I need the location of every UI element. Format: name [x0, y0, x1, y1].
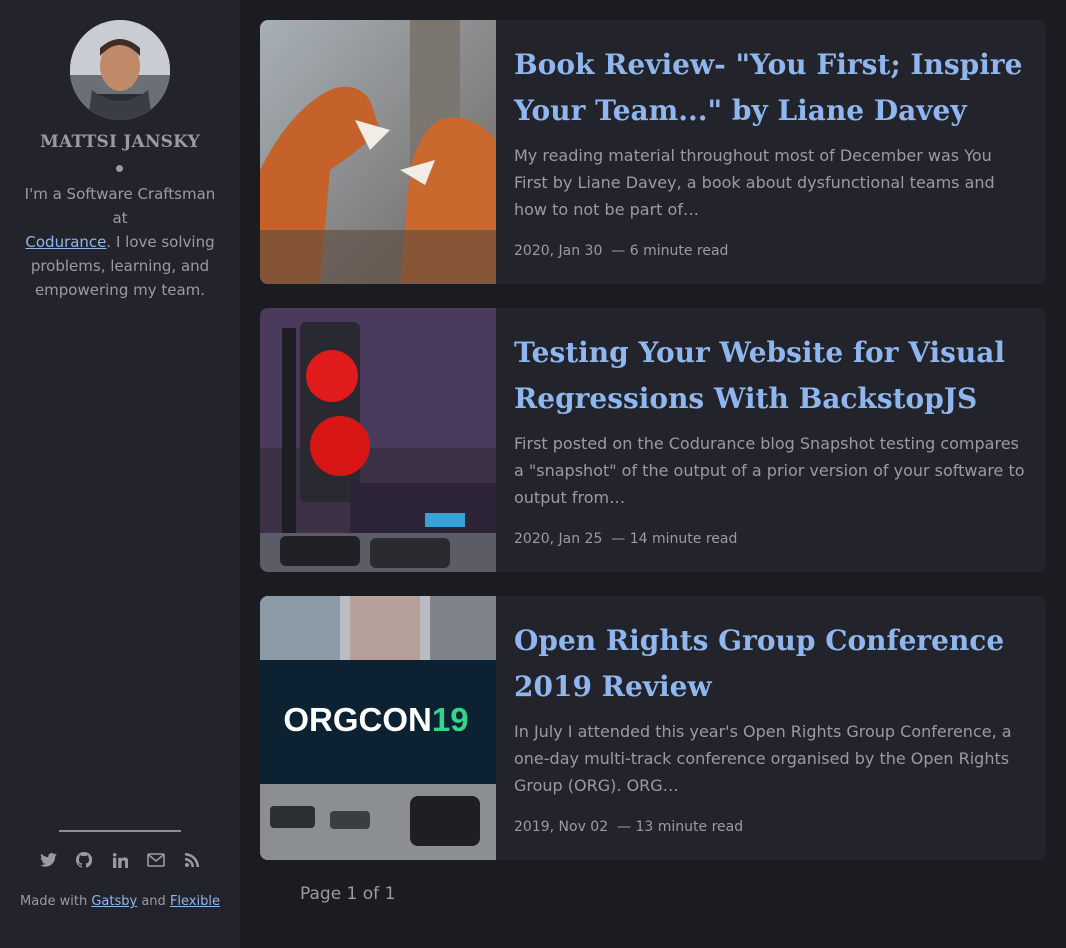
- post-date: 2019, Nov 02: [514, 819, 609, 835]
- post-title[interactable]: Open Rights Group Conference 2019 Review: [514, 618, 1026, 710]
- post-body: Book Review- "You First; Inspire Your Te…: [514, 42, 1026, 259]
- post-meta: 2020, Jan 25 — 14 minute read: [514, 531, 738, 547]
- svg-text:ORGCON19: ORGCON19: [283, 701, 468, 738]
- flexible-link[interactable]: Flexible: [170, 894, 220, 909]
- linkedin-icon[interactable]: [111, 850, 129, 870]
- made-with-footer: Made with Gatsby and Flexible: [0, 894, 240, 909]
- rss-icon[interactable]: [183, 850, 201, 870]
- post-date: 2020, Jan 30: [514, 243, 603, 259]
- post-card: ORGCON19 Open Rights Group Conference 20…: [260, 596, 1046, 860]
- post-thumbnail-traffic-light[interactable]: [260, 308, 496, 572]
- post-read-time: 6 minute read: [629, 243, 729, 259]
- post-body: Open Rights Group Conference 2019 Review…: [514, 618, 1026, 835]
- bio-prefix: I'm a Software Craftsman at: [24, 185, 216, 227]
- email-icon[interactable]: [147, 850, 165, 870]
- social-links: [0, 850, 240, 870]
- post-thumbnail-orgcon[interactable]: ORGCON19: [260, 596, 496, 860]
- pagination-label: Page 1 of 1: [300, 884, 396, 904]
- gatsby-link[interactable]: Gatsby: [91, 894, 137, 909]
- post-card: Testing Your Website for Visual Regressi…: [260, 308, 1046, 572]
- post-read-time: 14 minute read: [629, 531, 738, 547]
- made-prefix: Made with: [20, 894, 88, 909]
- post-excerpt: First posted on the Codurance blog Snaps…: [514, 434, 1025, 507]
- author-bio: I'm a Software Craftsman at Codurance. I…: [20, 182, 220, 302]
- post-title[interactable]: Book Review- "You First; Inspire Your Te…: [514, 42, 1026, 134]
- post-meta: 2020, Jan 30 — 6 minute read: [514, 243, 729, 259]
- post-excerpt: My reading material throughout most of D…: [514, 146, 995, 219]
- orgcon-image-text: ORGCON: [283, 701, 432, 738]
- author-name: MATTSI JANSKY: [39, 132, 201, 152]
- sidebar: MATTSI JANSKY I'm a Software Craftsman a…: [0, 0, 240, 948]
- post-card: Book Review- "You First; Inspire Your Te…: [260, 20, 1046, 284]
- codurance-link[interactable]: Codurance: [25, 233, 106, 251]
- post-body: Testing Your Website for Visual Regressi…: [514, 330, 1026, 547]
- twitter-icon[interactable]: [39, 850, 57, 870]
- github-icon[interactable]: [75, 850, 93, 870]
- post-thumbnail-foxes[interactable]: [260, 20, 496, 284]
- post-excerpt: In July I attended this year's Open Righ…: [514, 722, 1012, 795]
- made-mid: and: [141, 894, 166, 909]
- avatar[interactable]: [70, 20, 170, 120]
- avatar-photo: [70, 20, 170, 120]
- separator-dot: [116, 165, 123, 172]
- sidebar-divider: [59, 830, 181, 832]
- post-meta: 2019, Nov 02 — 13 minute read: [514, 819, 744, 835]
- orgcon-image-year: 19: [432, 701, 469, 738]
- post-date: 2020, Jan 25: [514, 531, 603, 547]
- post-read-time: 13 minute read: [635, 819, 744, 835]
- post-title[interactable]: Testing Your Website for Visual Regressi…: [514, 330, 1026, 422]
